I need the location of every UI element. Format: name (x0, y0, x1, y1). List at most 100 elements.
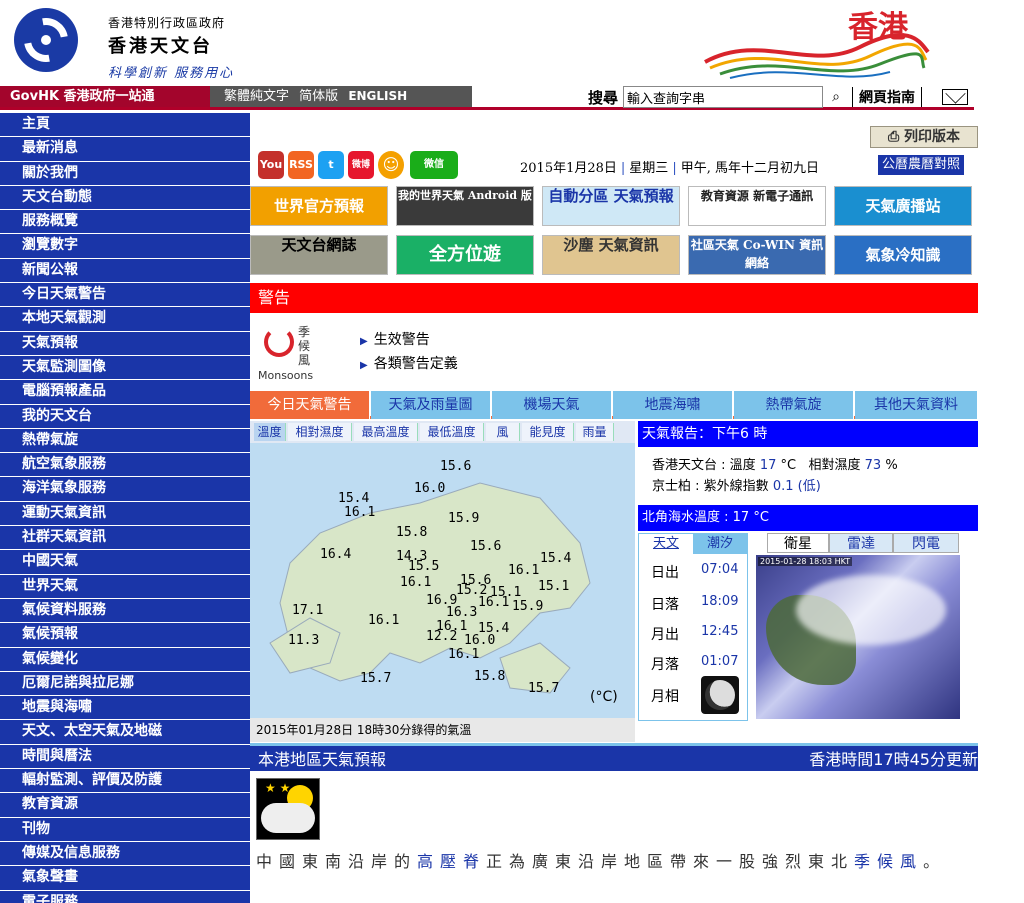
sidebar-item[interactable]: 地震與海嘯 (0, 696, 250, 721)
sidebar-item[interactable]: 關於我們 (0, 161, 250, 186)
rh-value: 73 (864, 458, 882, 473)
sidebar-item[interactable]: 厄爾尼諾與拉尼娜 (0, 671, 250, 697)
sidebar-item[interactable]: 新聞公報 (0, 258, 250, 284)
sidebar-item[interactable]: 氣象聲畫 (0, 866, 250, 891)
banner-district-forecast[interactable]: 自動分區 天氣預報 (542, 186, 680, 226)
banner-weather-trivia[interactable]: 氣象冷知識 (834, 235, 972, 275)
sidebar-item[interactable]: 天氣預報 (0, 331, 250, 356)
monsoon-link[interactable]: 季候風 (854, 852, 923, 871)
language-bar: 繁體純文字 简体版 ENGLISH (210, 86, 472, 107)
lang-simplified[interactable]: 简体版 (299, 89, 338, 104)
sidebar-item[interactable]: 社群天氣資訊 (0, 526, 250, 551)
sidebar-item[interactable]: 氣候資料服務 (0, 598, 250, 624)
local-forecast-title[interactable]: 本港地區天氣預報 (258, 750, 386, 769)
lunar-calendar-link[interactable]: 公曆農曆對照 (878, 155, 965, 175)
tab-other-weather[interactable]: 其他天氣資料 (855, 391, 978, 419)
weibo-icon[interactable]: 微博 (348, 151, 374, 179)
tab-weather-rainfall-maps[interactable]: 天氣及雨量圖 (371, 391, 491, 419)
sidebar-item[interactable]: 教育資源 (0, 793, 250, 818)
forecast-text: 中國東南沿岸的高壓脊正為廣東沿岸地區帶來一股強烈東北季候風。 (256, 852, 947, 871)
moonrise-row: 月出 12:45 (651, 624, 739, 643)
govhk-link[interactable]: GovHK 香港政府一站通 (0, 86, 210, 107)
banner-cowin-network[interactable]: 社區天氣 Co-WIN 資訊網絡 (688, 235, 826, 275)
banner-myworldweather-android[interactable]: 我的世界天氣 Android 版 (396, 186, 534, 226)
sidebar-item[interactable]: 今日天氣警告 (0, 283, 250, 308)
sidebar-item[interactable]: 運動天氣資訊 (0, 501, 250, 527)
banner-dust-weather[interactable]: 沙塵 天氣資訊 (542, 235, 680, 275)
map-subtabs: 溫度 相對濕度 最高溫度 最低溫度風能見度 雨量 (250, 421, 635, 443)
monsoon-warning-icon[interactable]: 季候風 Monsoons (258, 323, 326, 383)
sidebar-item[interactable]: 服務概覽 (0, 210, 250, 235)
map-subtab[interactable]: 相對濕度 (288, 423, 352, 441)
org-name[interactable]: 香港天文台 (108, 32, 213, 58)
sidebar-item[interactable]: 我的天文台 (0, 404, 250, 429)
tab-today-warnings[interactable]: 今日天氣警告 (250, 391, 370, 419)
temperature-map[interactable]: 15.6 16.0 15.4 16.1 15.9 15.8 15.6 16.4 14.3 15.5… (250, 443, 635, 718)
map-subtab[interactable]: 最高溫度 (354, 423, 418, 441)
sidebar-item[interactable]: 氣候變化 (0, 647, 250, 672)
map-subtab[interactable]: 溫度 (254, 423, 286, 441)
sidebar-item[interactable]: 航空氣象服務 (0, 453, 250, 478)
sidebar-item[interactable]: 電子服務 (0, 890, 250, 903)
moonset-row: 月落 01:07 (651, 654, 739, 673)
tab-lightning[interactable]: 閃電 (893, 533, 959, 553)
print-button[interactable]: ⎙ 列印版本 (870, 126, 978, 148)
site-guide-link[interactable]: 網頁指南 (852, 87, 922, 107)
temperature-reading: 16.1 (478, 595, 510, 610)
sidebar-item[interactable]: 天文、太空天氣及地磁 (0, 720, 250, 745)
temperature-reading: 16.1 (508, 563, 540, 578)
lang-text-only[interactable]: 繁體純文字 (224, 89, 289, 104)
sidebar-item[interactable]: 最新消息 (0, 137, 250, 162)
ridge-link[interactable]: 高壓脊 (417, 852, 486, 871)
lang-english[interactable]: ENGLISH (348, 89, 407, 103)
map-subtab[interactable]: 雨量 (576, 423, 614, 441)
tab-astronomy[interactable]: 天文 (639, 534, 693, 554)
sidebar-item[interactable]: 海洋氣象服務 (0, 477, 250, 502)
tab-tides[interactable]: 潮汐 (693, 534, 747, 554)
warning-definitions-link[interactable]: 各類警告定義 (360, 353, 458, 373)
mail-icon[interactable] (942, 89, 968, 105)
weather-report-header[interactable]: 天氣報告：下午6 時 (638, 421, 978, 447)
map-subtab[interactable]: 最低溫度 (420, 423, 484, 441)
sidebar-item[interactable]: 刊物 (0, 817, 250, 842)
temperature-reading: 16.1 (368, 613, 400, 628)
sidebar-item[interactable]: 熱帶氣旋 (0, 428, 250, 454)
search-input[interactable] (623, 86, 823, 108)
temperature-reading: 16.0 (464, 633, 496, 648)
sidebar-item[interactable]: 輻射監測、評價及防護 (0, 769, 250, 794)
sidebar-item[interactable]: 傳媒及信息服務 (0, 841, 250, 867)
brand-hk-logo[interactable]: 香港 (848, 2, 908, 46)
rss-icon[interactable]: RSS (288, 151, 314, 179)
map-subtab[interactable]: 風 (486, 423, 520, 441)
sidebar-item[interactable]: 中國天氣 (0, 550, 250, 575)
search-icon[interactable]: ⌕ (823, 86, 849, 108)
app-icon[interactable]: ☺ (378, 151, 404, 179)
sidebar-item[interactable]: 天氣監測圖像 (0, 355, 250, 381)
tab-satellite[interactable]: 衛星 (767, 533, 829, 553)
banner-all-round-tour[interactable]: 全方位遊 (396, 235, 534, 275)
sidebar-item[interactable]: 電腦預報產品 (0, 380, 250, 405)
banner-world-forecast[interactable]: 世界官方預報 (250, 186, 388, 226)
twitter-icon[interactable]: t (318, 151, 344, 179)
youtube-icon[interactable]: You (258, 151, 284, 179)
sidebar-item[interactable]: 瀏覽數字 (0, 234, 250, 259)
tab-earthquake-tsunami[interactable]: 地震海嘯 (613, 391, 733, 419)
hko-logo-icon[interactable] (14, 8, 78, 72)
banner-hko-blog[interactable]: 天文台網誌 (250, 235, 388, 275)
tab-tropical-cyclones[interactable]: 熱帶氣旋 (734, 391, 854, 419)
sidebar-item[interactable]: 本地天氣觀測 (0, 307, 250, 332)
warnings-in-force-link[interactable]: 生效警告 (360, 329, 430, 349)
tab-radar[interactable]: 雷達 (829, 533, 893, 553)
banner-weather-broadcast[interactable]: 天氣廣播站 (834, 186, 972, 226)
sidebar-item[interactable]: 氣候預報 (0, 623, 250, 648)
sidebar-item[interactable]: 世界天氣 (0, 574, 250, 599)
sidebar-item[interactable]: 天文台動態 (0, 185, 250, 211)
sidebar-item[interactable]: 主頁 (0, 113, 250, 138)
satellite-image[interactable]: 2015-01-28 18:03 HKT (756, 555, 960, 719)
banner-education-resources[interactable]: 教育資源 新電子通訊 (688, 186, 826, 226)
satellite-tabs: 衛星 雷達 閃電 (753, 533, 963, 553)
map-subtab[interactable]: 能見度 (522, 423, 574, 441)
wechat-icon[interactable]: 微信 (410, 151, 458, 179)
sidebar-item[interactable]: 時間與曆法 (0, 744, 250, 770)
tab-airport-weather[interactable]: 機場天氣 (492, 391, 612, 419)
